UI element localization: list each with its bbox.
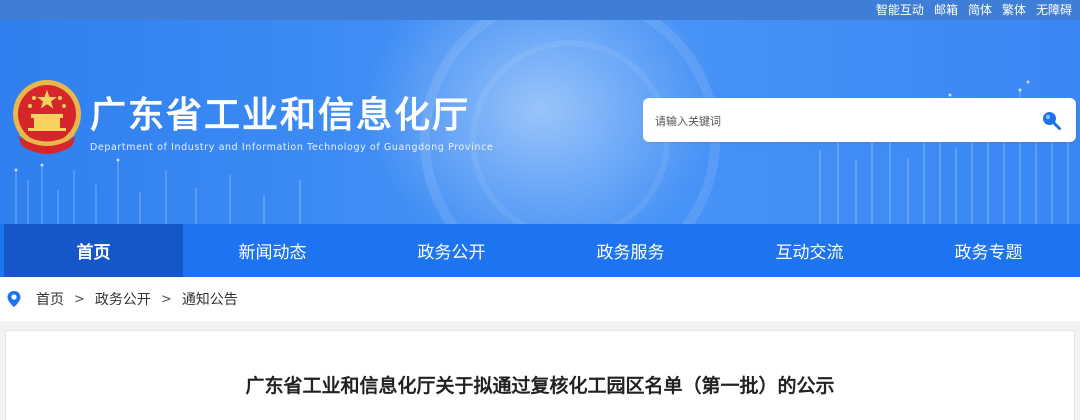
- link-accessibility[interactable]: 无障碍: [1036, 0, 1072, 20]
- breadcrumb: 首页 > 政务公开 > 通知公告: [0, 277, 1080, 321]
- breadcrumb-home[interactable]: 首页: [36, 289, 64, 309]
- search-icon[interactable]: [1040, 109, 1062, 131]
- nav-item-special-topics[interactable]: 政务专题: [899, 224, 1078, 277]
- link-simplified-chinese[interactable]: 简体: [968, 0, 992, 20]
- top-utility-bar: 智能互动 邮箱 简体 繁体 无障碍: [0, 0, 1080, 20]
- top-utility-links: 智能互动 邮箱 简体 繁体 无障碍: [876, 0, 1072, 20]
- nav-item-interaction[interactable]: 互动交流: [720, 224, 899, 277]
- breadcrumb-government-affairs[interactable]: 政务公开: [95, 289, 151, 309]
- link-smart-interaction[interactable]: 智能互动: [876, 0, 924, 20]
- search-input[interactable]: [653, 98, 1027, 144]
- nav-item-government-affairs-disclosure[interactable]: 政务公开: [362, 224, 541, 277]
- search-box: [643, 98, 1076, 144]
- main-navigation: 首页 新闻动态 政务公开 政务服务 互动交流 政务专题: [0, 224, 1080, 277]
- link-traditional-chinese[interactable]: 繁体: [1002, 0, 1026, 20]
- nav-item-home[interactable]: 首页: [4, 224, 183, 277]
- article-container: 广东省工业和信息化厅关于拟通过复核化工园区名单（第一批）的公示: [5, 330, 1075, 420]
- header-banner: 广东省工业和信息化厅 Department of Industry and In…: [0, 20, 1080, 224]
- location-pin-icon: [7, 291, 21, 307]
- national-emblem-icon: [13, 80, 81, 154]
- article-title: 广东省工业和信息化厅关于拟通过复核化工园区名单（第一批）的公示: [245, 375, 835, 397]
- nav-item-news[interactable]: 新闻动态: [183, 224, 362, 277]
- breadcrumb-notices[interactable]: 通知公告: [182, 289, 238, 309]
- site-title: 广东省工业和信息化厅: [90, 95, 471, 136]
- nav-item-government-services[interactable]: 政务服务: [541, 224, 720, 277]
- site-subtitle: Department of Industry and Information T…: [90, 142, 494, 153]
- breadcrumb-separator: >: [160, 291, 172, 307]
- link-mailbox[interactable]: 邮箱: [934, 0, 958, 20]
- breadcrumb-separator: >: [74, 291, 85, 307]
